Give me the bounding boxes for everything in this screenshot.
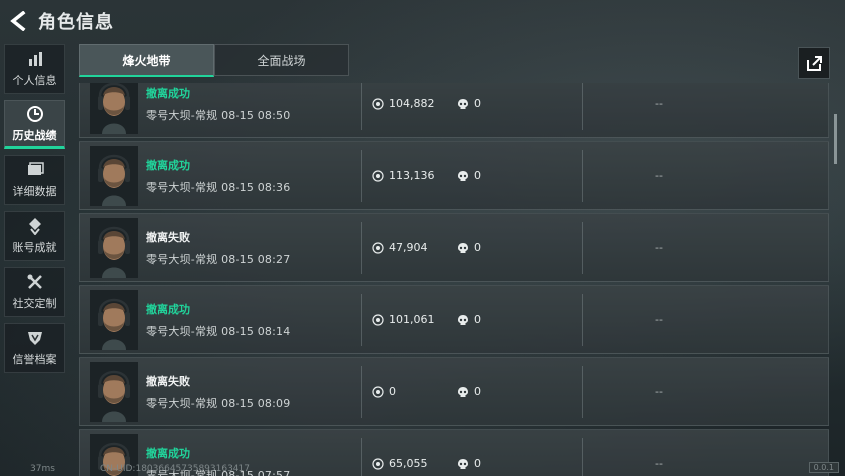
ping-readout: 37ms [30,464,55,474]
coin-icon [372,313,384,326]
back-arrow-icon[interactable] [6,9,30,33]
divider [582,83,583,130]
divider [361,149,362,202]
shield-icon [27,332,42,345]
medal-icon [28,218,41,235]
divider [361,365,362,418]
sidebar: 个人信息 历史战绩 详细数据 账号成就 社交定制 信誉档案 [4,44,65,379]
mode-tabs: 烽火地带 全面战场 [79,44,349,77]
sidebar-item-personal-info[interactable]: 个人信息 [4,44,65,94]
sidebar-item-social-custom[interactable]: 社交定制 [4,267,65,317]
loot-value: 0 [389,385,396,398]
loot-value: 101,061 [389,313,435,326]
tab-full-battlefield[interactable]: 全面战场 [214,44,349,76]
extraction-status: 撤离成功 [146,158,190,172]
sidebar-item-label: 账号成就 [12,241,57,254]
match-record-row[interactable]: 撤离失败 零号大坝-常规 08-15 08:27 47,904 0 -- [79,213,829,282]
sidebar-item-label: 信誉档案 [12,353,57,366]
coin-icon [372,169,384,182]
operator-avatar [90,289,138,350]
share-icon [807,56,822,71]
extra-stat: -- [655,313,663,326]
loot-value: 113,136 [389,169,435,182]
operator-avatar [90,217,138,278]
extraction-status: 撤离成功 [146,302,190,316]
divider [582,221,583,274]
extra-stat: -- [655,241,663,254]
skull-icon [458,98,468,109]
page-title: 角色信息 [38,12,114,33]
kill-count: 0 [474,385,481,398]
extraction-status: 撤离成功 [146,86,190,100]
sidebar-item-reputation[interactable]: 信誉档案 [4,323,65,373]
map-and-time: 零号大坝-常规 08-15 08:50 [146,108,291,122]
skull-icon [458,314,468,325]
operator-avatar [90,83,138,134]
map-and-time: 零号大坝-常规 08-15 08:36 [146,180,291,194]
divider [582,149,583,202]
sidebar-item-label: 个人信息 [12,74,57,87]
operator-avatar [90,361,138,422]
divider [361,83,362,130]
folder-icon [27,162,44,175]
extra-stat: -- [655,169,663,182]
version-badge: 0.0.1 [808,462,839,473]
coin-icon [372,97,384,110]
header: 角色信息 [6,6,114,36]
skull-icon [458,170,468,181]
bar-chart-icon [28,52,42,66]
kill-count: 0 [474,97,481,110]
kill-count: 0 [474,169,481,182]
operator-avatar [90,145,138,206]
share-button[interactable] [798,47,830,79]
extraction-status: 撤离失败 [146,374,190,388]
match-record-row[interactable]: 撤离成功 零号大坝-常规 08-15 08:36 113,136 0 -- [79,141,829,210]
divider [582,293,583,346]
sidebar-item-achievements[interactable]: 账号成就 [4,211,65,261]
tab-hazard-zone[interactable]: 烽火地带 [79,44,214,77]
coin-icon [372,385,384,398]
map-and-time: 零号大坝-常规 08-15 08:14 [146,324,291,338]
sidebar-item-label: 社交定制 [12,297,57,310]
extraction-status: 撤离成功 [146,446,190,460]
divider [582,365,583,418]
sidebar-item-label: 历史战绩 [12,128,57,142]
kill-count: 0 [474,313,481,326]
scrollbar[interactable] [834,114,837,164]
map-and-time: 零号大坝-常规 08-15 08:27 [146,252,291,266]
sidebar-item-detailed-data[interactable]: 详细数据 [4,155,65,205]
match-record-row[interactable]: 撤离成功 零号大坝-常规 08-15 08:14 101,061 0 -- [79,285,829,354]
skull-icon [458,386,468,397]
clock-icon [26,105,43,122]
extraction-status: 撤离失败 [146,230,190,244]
extra-stat: -- [655,97,663,110]
sidebar-item-match-history[interactable]: 历史战绩 [4,100,65,149]
uid-label: CN-UID:18036645735893163417 [100,464,250,474]
match-history-list[interactable]: 撤离成功 零号大坝-常规 08-15 08:50 104,882 0 -- 撤离… [79,83,829,476]
divider [361,293,362,346]
skull-icon [458,242,468,253]
footer: 37ms CN-UID:18036645735893163417 0.0.1 [0,462,845,476]
tools-icon [27,274,42,289]
match-record-row[interactable]: 撤离成功 零号大坝-常规 08-15 08:50 104,882 0 -- [79,83,829,138]
divider [361,221,362,274]
loot-value: 104,882 [389,97,435,110]
coin-icon [372,241,384,254]
map-and-time: 零号大坝-常规 08-15 08:09 [146,396,291,410]
extra-stat: -- [655,385,663,398]
sidebar-item-label: 详细数据 [12,185,57,198]
match-record-row[interactable]: 撤离失败 零号大坝-常规 08-15 08:09 0 0 -- [79,357,829,426]
kill-count: 0 [474,241,481,254]
loot-value: 47,904 [389,241,428,254]
